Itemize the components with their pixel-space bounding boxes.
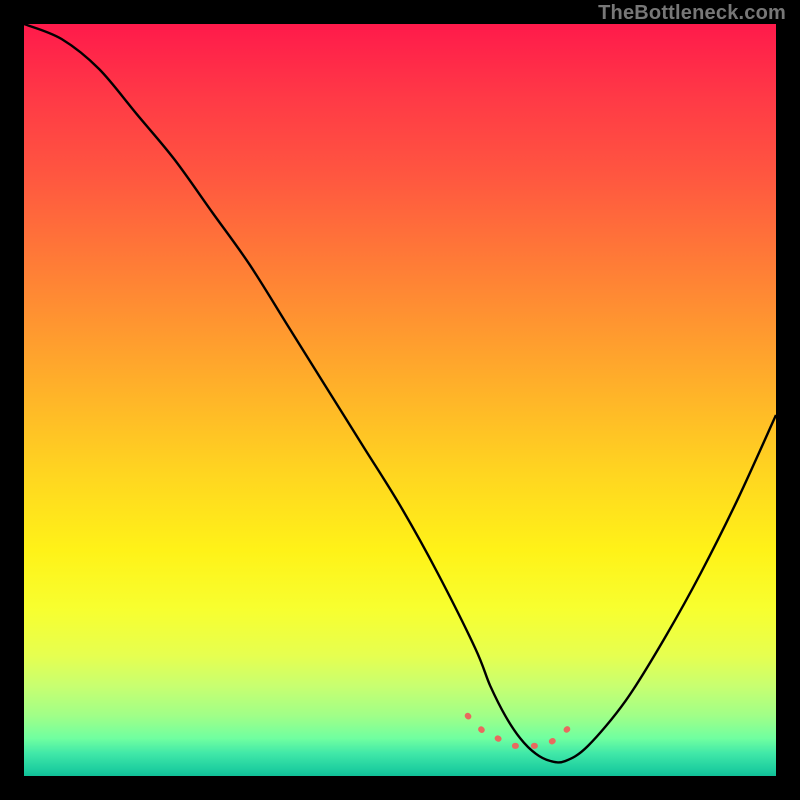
bottleneck-curve	[24, 24, 776, 762]
optimal-range-dots	[468, 716, 573, 746]
watermark-text: TheBottleneck.com	[598, 2, 786, 25]
curve-layer	[24, 24, 776, 776]
plot-area	[24, 24, 776, 776]
chart-frame: TheBottleneck.com	[0, 0, 800, 800]
